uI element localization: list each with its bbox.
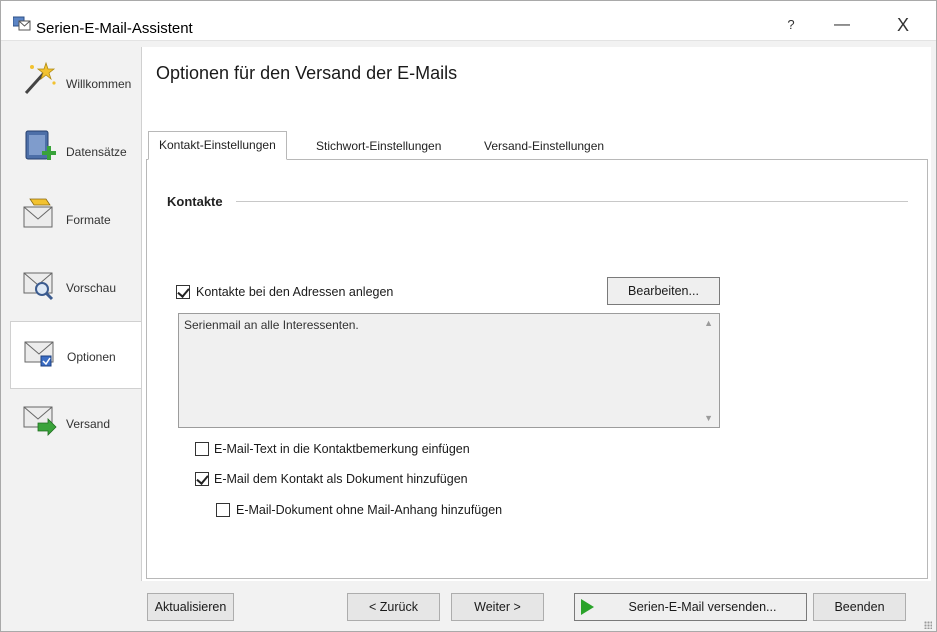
tab-versand-einstellungen[interactable]: Versand-Einstellungen [474, 133, 614, 160]
sidebar-item-label: Willkommen [66, 77, 132, 91]
sidebar-item-label: Versand [66, 417, 111, 431]
contact-note-text: Serienmail an alle Interessenten. [184, 318, 359, 332]
sidebar-item-label: Optionen [67, 350, 116, 364]
sidebar-item-label: Vorschau [66, 281, 117, 295]
send-serial-mail-button[interactable]: Serien-E-Mail versenden... [574, 593, 807, 621]
options-mail-icon [24, 341, 54, 367]
wizard-window: Serien-E-Mail-Assistent ? — X Willkommen… [0, 0, 937, 632]
window-title: Serien-E-Mail-Assistent [36, 20, 193, 37]
no-attachment-checkbox[interactable] [216, 503, 230, 517]
edit-button[interactable]: Bearbeiten... [607, 277, 720, 305]
sidebar-item-willkommen[interactable]: Willkommen [10, 49, 141, 117]
format-mail-icon [23, 198, 53, 228]
tab-kontakt-einstellungen[interactable]: Kontakt-Einstellungen [148, 131, 287, 160]
refresh-button[interactable]: Aktualisieren [147, 593, 234, 621]
finish-button[interactable]: Beenden [813, 593, 906, 621]
sidebar-item-label: Formate [66, 213, 111, 227]
create-contacts-checkbox[interactable] [176, 285, 190, 299]
resize-grip-icon[interactable] [924, 621, 932, 629]
help-button[interactable]: ? [768, 11, 814, 39]
database-icon [25, 130, 56, 160]
preview-mail-icon [23, 272, 54, 301]
sidebar-item-label: Datensätze [66, 145, 127, 159]
create-contacts-label: Kontakte bei den Adressen anlegen [196, 285, 394, 299]
app-icon [13, 16, 31, 31]
no-attachment-label: E-Mail-Dokument ohne Mail-Anhang hinzufü… [236, 503, 503, 517]
close-button[interactable]: X [880, 11, 926, 39]
next-button[interactable]: Weiter > [451, 593, 544, 621]
scroll-up-icon[interactable]: ▲ [704, 318, 713, 328]
send-mail-icon [23, 406, 57, 436]
minimize-button[interactable]: — [819, 11, 865, 39]
sidebar-item-versand[interactable]: Versand [10, 389, 141, 457]
send-serial-mail-label: Serien-E-Mail versenden... [628, 600, 777, 614]
add-document-checkbox[interactable] [195, 472, 209, 486]
insert-text-checkbox[interactable] [195, 442, 209, 456]
sidebar-item-vorschau[interactable]: Vorschau [10, 253, 141, 321]
play-icon [581, 599, 594, 615]
wizard-step-sidebar: Willkommen Datensätze Formate Vorschau O… [10, 47, 141, 581]
contact-note-textarea[interactable]: Serienmail an alle Interessenten. ▲ ▼ [178, 313, 720, 428]
add-document-label: E-Mail dem Kontakt als Dokument hinzufüg… [214, 472, 468, 486]
sidebar-item-formate[interactable]: Formate [10, 185, 141, 253]
page-title: Optionen für den Versand der E-Mails [156, 63, 458, 83]
group-title-kontakte: Kontakte [167, 194, 223, 209]
scroll-down-icon[interactable]: ▼ [704, 413, 713, 423]
back-button[interactable]: < Zurück [347, 593, 440, 621]
sidebar-item-optionen[interactable]: Optionen [10, 321, 141, 389]
title-bar: Serien-E-Mail-Assistent ? — X [1, 1, 936, 41]
magic-wand-icon [24, 61, 56, 95]
sidebar-item-datensaetze[interactable]: Datensätze [10, 117, 141, 185]
group-divider [236, 201, 908, 202]
insert-text-label: E-Mail-Text in die Kontaktbemerkung einf… [214, 442, 470, 456]
tab-stichwort-einstellungen[interactable]: Stichwort-Einstellungen [306, 133, 451, 160]
